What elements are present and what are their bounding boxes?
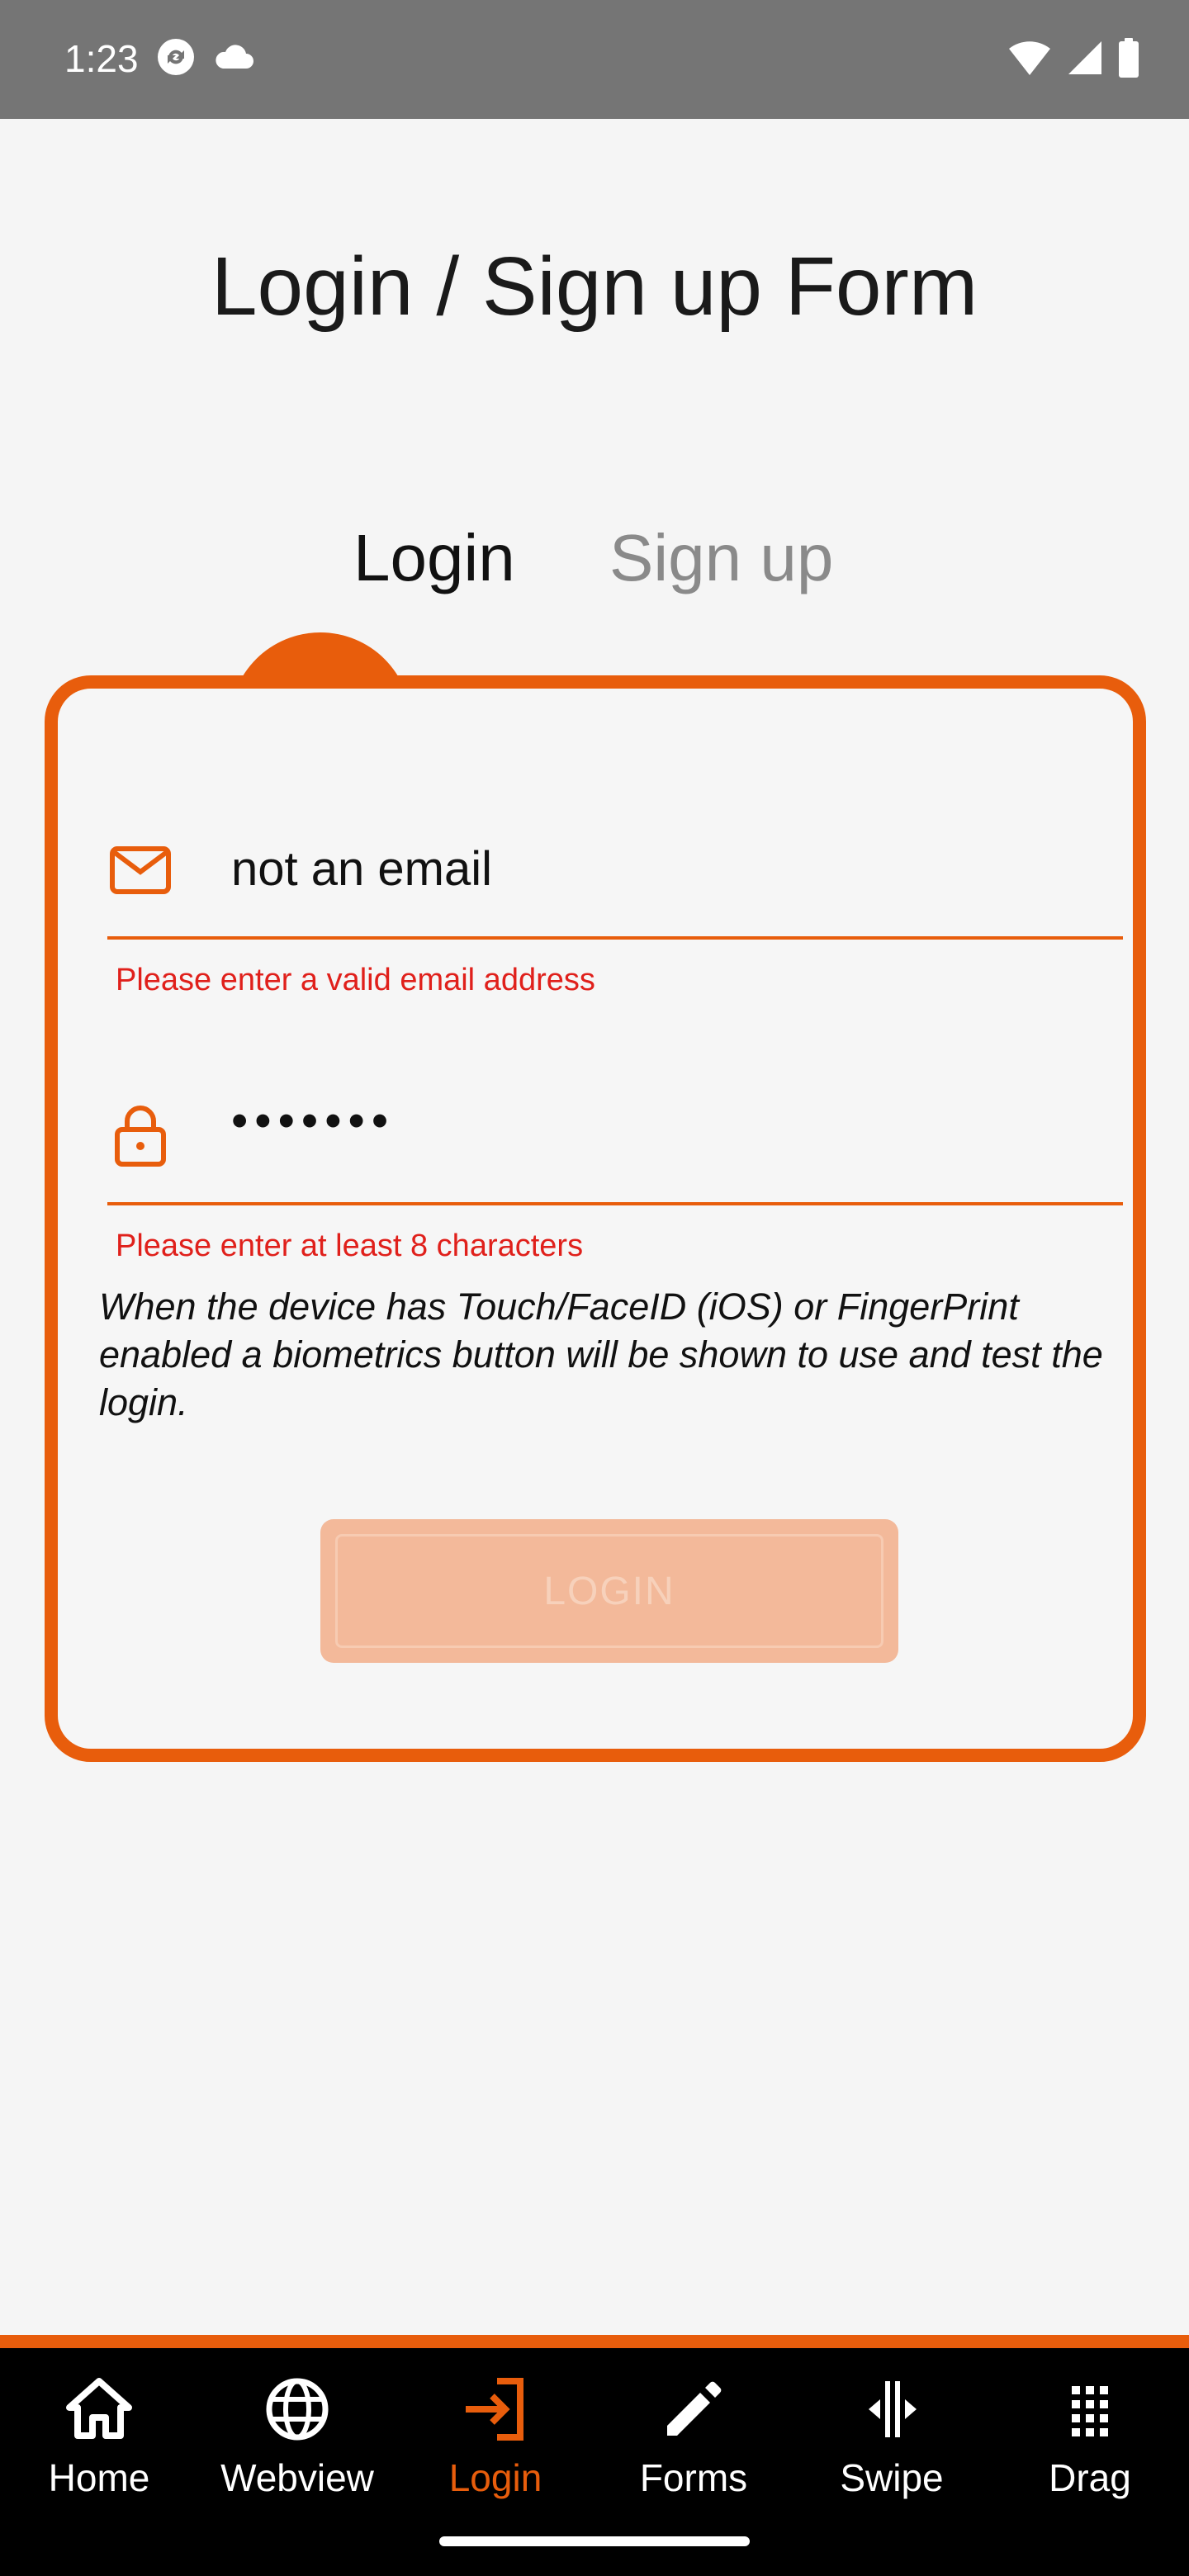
home-icon [66, 2378, 132, 2439]
login-button-border [335, 1534, 883, 1648]
password-field[interactable]: ••••••• [231, 1093, 1106, 1172]
login-icon [466, 2378, 523, 2441]
cloud-icon [216, 45, 253, 69]
signal-icon [1068, 41, 1101, 74]
email-field-row [107, 812, 1123, 912]
status-icons-left [155, 36, 256, 78]
nav-item-drag[interactable]: Drag [991, 2375, 1189, 2540]
pencil-icon [667, 2381, 722, 2436]
biometrics-hint: When the device has Touch/FaceID (iOS) o… [99, 1286, 1103, 1423]
nav-item-home[interactable]: Home [0, 2375, 198, 2540]
status-time: 1:23 [64, 37, 139, 80]
tab-login[interactable]: Login [353, 520, 515, 596]
nav-item-webview[interactable]: Webview [198, 2375, 396, 2540]
page-title: Login / Sign up Form [211, 240, 978, 333]
status-icons-right [1007, 38, 1139, 78]
wifi-icon [1009, 41, 1050, 75]
battery-icon [1119, 38, 1139, 78]
tab-bar: Login Sign up [0, 520, 1189, 603]
nav-label: Webview [220, 2456, 374, 2499]
drag-grid-icon [1072, 2386, 1108, 2436]
mail-icon [110, 846, 171, 894]
login-form-card: Please enter a valid email address •••••… [45, 675, 1146, 1762]
tab-sign-up[interactable]: Sign up [609, 520, 833, 596]
nav-label: Swipe [840, 2456, 944, 2499]
password-error: Please enter at least 8 characters [116, 1229, 584, 1263]
nav-item-login[interactable]: Login [396, 2375, 594, 2540]
lock-icon [115, 1106, 166, 1167]
email-error: Please enter a valid email address [116, 963, 595, 997]
password-underline [107, 1202, 1123, 1205]
email-field[interactable] [231, 829, 1106, 908]
swipe-icon [869, 2381, 917, 2437]
nav-label: Drag [1049, 2456, 1131, 2499]
nav-item-swipe[interactable]: Swipe [793, 2375, 991, 2540]
status-bar: 1:23 [0, 0, 1189, 119]
login-button[interactable]: LOGIN [320, 1519, 898, 1663]
nav-item-forms[interactable]: Forms [594, 2375, 793, 2540]
nav-label: Home [48, 2456, 150, 2499]
sync-icon [158, 39, 194, 75]
email-underline [107, 936, 1123, 940]
globe-icon [266, 2378, 329, 2441]
password-field-row: ••••••• [107, 1077, 1123, 1176]
nav-label: Forms [639, 2456, 748, 2499]
home-gesture-handle[interactable] [439, 2536, 750, 2546]
nav-label: Login [448, 2456, 542, 2499]
